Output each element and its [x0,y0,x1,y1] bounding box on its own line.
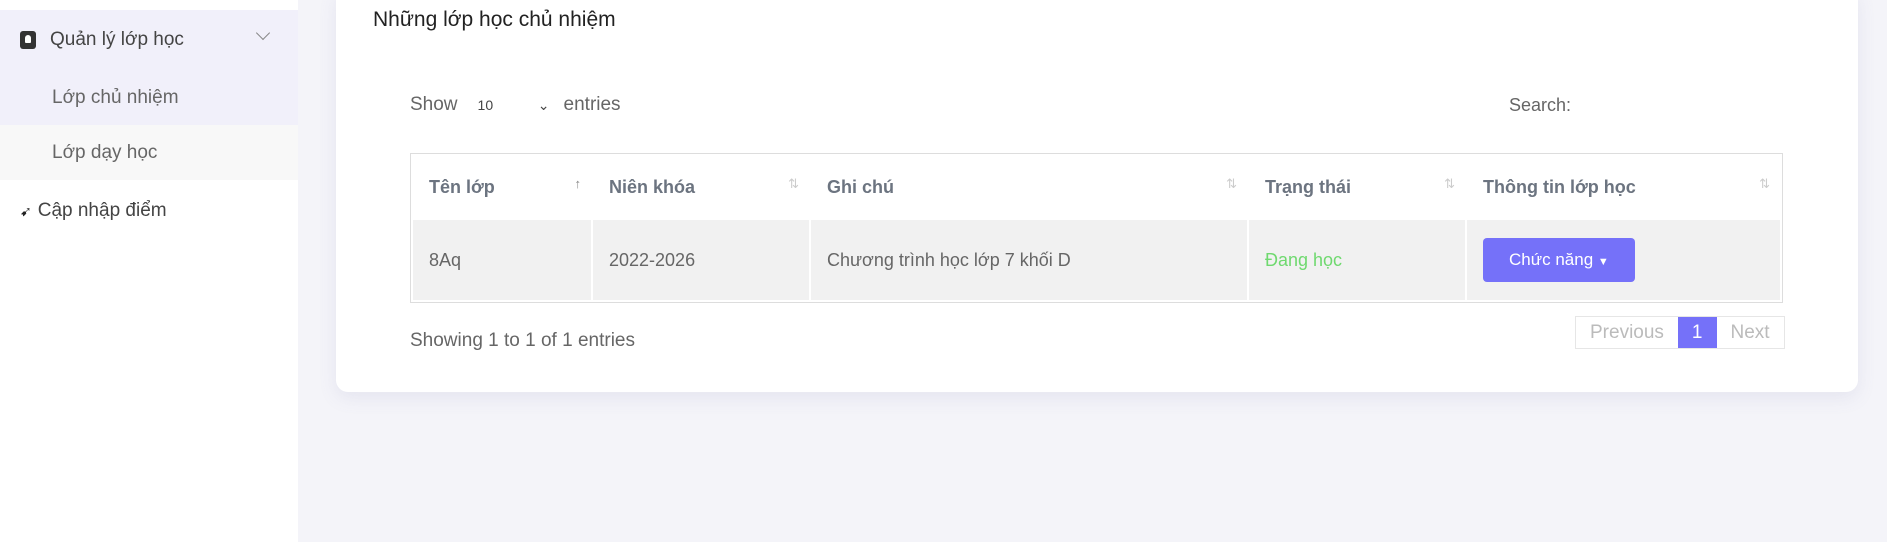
chevron-down-icon [255,25,271,41]
sidebar-item-class-management[interactable]: Quản lý lớp học [0,25,298,55]
show-label: Show [410,94,458,115]
pin-icon: ➹ [20,202,32,219]
column-header-note[interactable]: Ghi chú ⇅ [811,156,1247,218]
chevron-down-icon: ⌄ [537,96,550,113]
sidebar-item-label: Cập nhập điểm [37,200,167,221]
actions-dropdown-button[interactable]: Chức năng ▼ [1483,238,1635,282]
table-info: Showing 1 to 1 of 1 entries [410,330,635,351]
sort-icon: ⇅ [1759,176,1770,191]
cell-name: 8Aq [413,220,591,300]
column-label: Trạng thái [1265,176,1352,197]
sidebar: Quản lý lớp học Lớp chủ nhiệm Lớp dạy họ… [0,0,298,542]
cell-year: 2022-2026 [593,220,809,300]
sort-icon: ⇅ [1444,176,1455,191]
table-row: 8Aq 2022-2026 Chương trình học lớp 7 khố… [413,220,1780,300]
entries-label: entries [563,94,621,115]
sort-asc-icon: ↑ [574,176,582,191]
classes-table: Tên lớp ↑ Niên khóa ⇅ Ghi chú ⇅ Trạng thái ⇅… [410,153,1783,303]
column-label: Tên lớp [429,176,495,197]
page-size-select[interactable]: 10 ⌄ [478,97,550,114]
column-header-info[interactable]: Thông tin lớp học ⇅ [1467,156,1780,218]
button-label: Chức năng [1509,250,1594,269]
column-header-status[interactable]: Trạng thái ⇅ [1249,156,1465,218]
page-size-value: 10 [477,96,494,113]
column-label: Ghi chú [827,176,894,197]
sort-icon: ⇅ [788,176,799,191]
sidebar-item-homeroom-classes[interactable]: Lớp chủ nhiệm [0,70,298,125]
sidebar-item-label: Lớp dạy học [52,141,158,163]
sort-icon: ⇅ [1226,176,1237,191]
page-size-control: Show 10 ⌄ entries [410,94,621,116]
previous-button[interactable]: Previous [1576,317,1678,348]
search-label: Search: [1509,95,1572,115]
column-label: Niên khóa [609,176,696,197]
caret-down-icon: ▼ [1597,256,1609,268]
page-1-button[interactable]: 1 [1677,317,1717,348]
sidebar-item-teaching-classes[interactable]: Lớp dạy học [0,125,298,180]
column-label: Thông tin lớp học [1483,176,1636,197]
next-button[interactable]: Next [1717,317,1784,348]
column-header-name[interactable]: Tên lớp ↑ [413,156,591,218]
sidebar-item-update-grades[interactable]: ➹ Cập nhập điểm [0,196,298,226]
cell-note: Chương trình học lớp 7 khối D [811,220,1247,300]
contact-book-icon [20,31,36,49]
column-header-year[interactable]: Niên khóa ⇅ [593,156,809,218]
cell-actions: Chức năng ▼ [1467,220,1780,300]
table-header-row: Tên lớp ↑ Niên khóa ⇅ Ghi chú ⇅ Trạng thái ⇅… [413,156,1780,218]
sidebar-item-label: Quản lý lớp học [50,29,184,50]
pagination: Previous 1 Next [1575,316,1785,349]
cell-status: Đang học [1249,220,1465,300]
sidebar-item-label: Lớp chủ nhiệm [52,86,179,108]
page-title: Những lớp học chủ nhiệm [373,8,616,31]
